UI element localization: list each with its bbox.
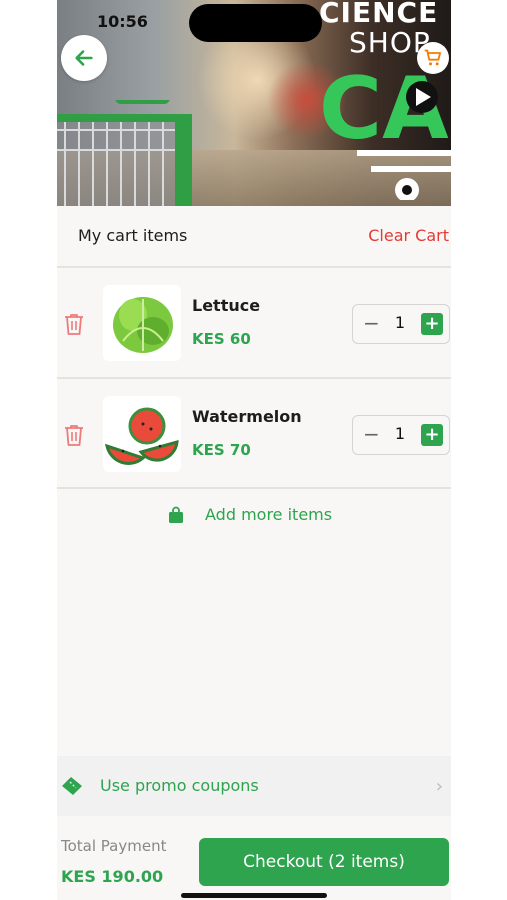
hero-banner: 10:56 CIENCE SHOP CA: [57, 0, 451, 206]
item-price: KES 60: [192, 330, 251, 348]
decrease-quantity-button[interactable]: −: [363, 313, 380, 333]
cart-screen: 10:56 CIENCE SHOP CA My cart items Clear…: [57, 0, 451, 900]
promo-coupons-row[interactable]: Use promo coupons ›: [57, 756, 451, 816]
watermelon-image: [103, 396, 181, 472]
item-name: Lettuce: [192, 296, 261, 315]
cart-item: Watermelon KES 70 − 1 +: [57, 379, 451, 489]
quantity-value: 1: [394, 424, 406, 443]
dynamic-island: [189, 4, 322, 42]
lettuce-image: [103, 285, 181, 361]
cart-button[interactable]: [417, 42, 449, 74]
ticket-icon: [62, 777, 82, 795]
increase-quantity-button[interactable]: +: [421, 313, 443, 335]
brand-text: CIENCE: [319, 0, 439, 29]
arrow-left-icon: [75, 50, 93, 66]
add-more-items-button[interactable]: Add more items: [167, 505, 332, 524]
cart-title: My cart items: [78, 226, 188, 245]
quantity-stepper: − 1 +: [352, 304, 450, 344]
cart-item: Lettuce KES 60 − 1 +: [57, 268, 451, 378]
checkout-button[interactable]: Checkout (2 items): [199, 838, 449, 886]
home-indicator: [181, 893, 327, 898]
divider: [57, 487, 451, 489]
shopping-cart-icon: [424, 49, 441, 66]
checkout-footer: Total Payment KES 190.00 Checkout (2 ite…: [57, 818, 451, 900]
item-price: KES 70: [192, 441, 251, 459]
cart-header: My cart items Clear Cart: [57, 206, 451, 266]
decrease-quantity-button[interactable]: −: [363, 424, 380, 444]
item-name: Watermelon: [192, 407, 302, 426]
clear-cart-button[interactable]: Clear Cart: [368, 226, 449, 245]
shopping-trolley-image: [57, 100, 192, 206]
quantity-stepper: − 1 +: [352, 415, 450, 455]
add-more-items-label: Add more items: [205, 505, 333, 524]
increase-quantity-button[interactable]: +: [421, 424, 443, 446]
quantity-value: 1: [394, 313, 406, 332]
total-payment-label: Total Payment: [61, 837, 167, 855]
back-button[interactable]: [61, 35, 107, 81]
trash-icon[interactable]: [63, 312, 85, 336]
status-time: 10:56: [97, 12, 148, 31]
total-payment-amount: KES 190.00: [61, 867, 164, 886]
trash-icon[interactable]: [63, 423, 85, 447]
shopping-bag-icon: [169, 506, 183, 523]
chevron-right-icon: ›: [435, 776, 443, 797]
promo-coupons-label: Use promo coupons: [100, 776, 259, 795]
